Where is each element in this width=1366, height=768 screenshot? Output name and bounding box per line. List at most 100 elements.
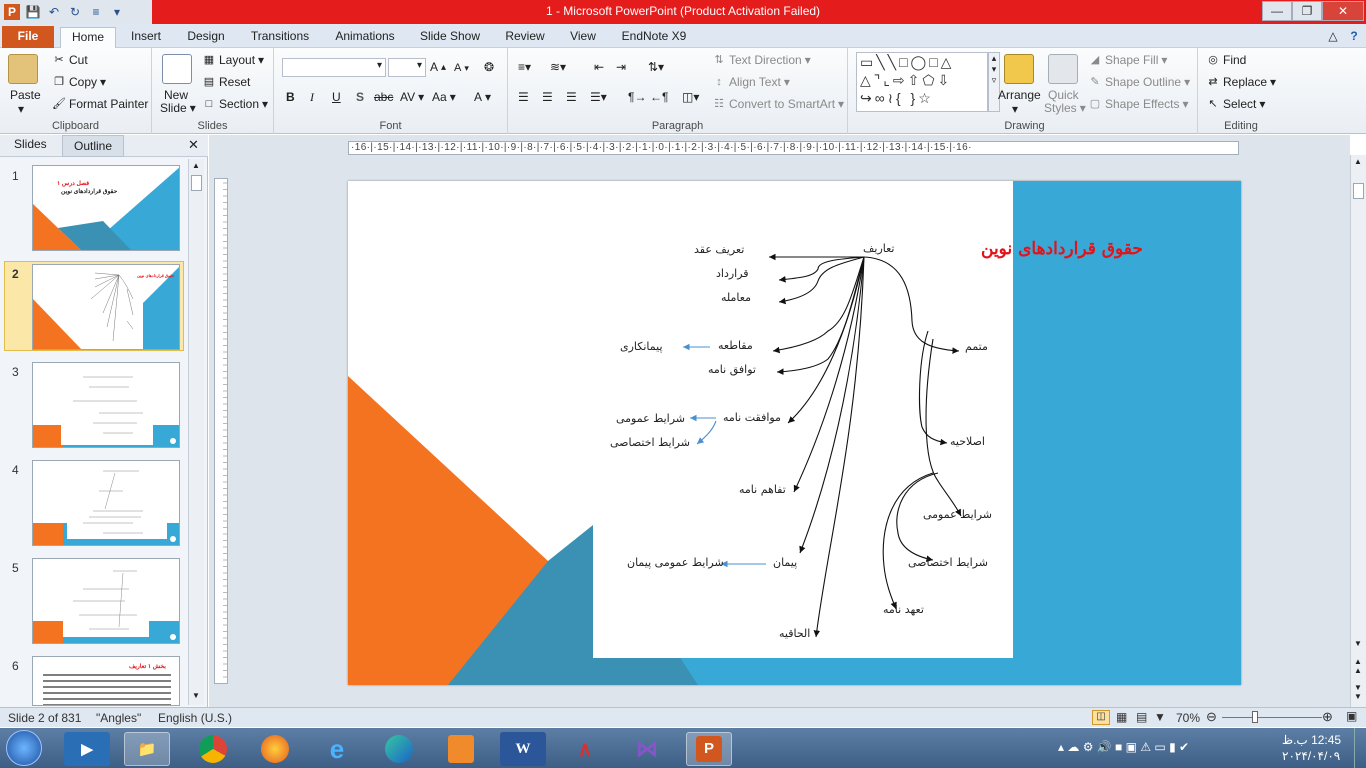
chrome-icon[interactable] <box>190 732 236 766</box>
node-elhaqieh[interactable]: الحاقیه <box>779 627 810 640</box>
align-left-button[interactable]: ☰ <box>518 90 529 104</box>
new-slide-icon[interactable] <box>162 54 192 84</box>
editor-scrollbar[interactable]: ▲ ▼ ▲ ▲ ▼ ▼ <box>1350 155 1366 707</box>
tray-icons[interactable]: ▴ ☁ ⚙ 🔊 ■ ▣ ⚠ ▭ ▮ ✔ <box>1058 740 1189 754</box>
convert-smartart-button[interactable]: ☷ Convert to SmartArt ▾ <box>712 97 844 111</box>
editor-scroll-up-icon[interactable]: ▲ <box>1354 157 1362 166</box>
tab-slides-pane[interactable]: Slides <box>14 137 47 151</box>
section-button[interactable]: □ Section ▾ <box>202 97 268 111</box>
slide-thumbnail-6[interactable]: بخش ۱ تعاریف <box>32 656 180 706</box>
firefox-icon[interactable] <box>252 732 298 766</box>
node-tafahom[interactable]: تفاهم نامه <box>739 483 786 496</box>
thumbs-scrollbar[interactable]: ▲ ▼ <box>188 159 204 705</box>
tab-slide-show[interactable]: Slide Show <box>414 27 486 48</box>
minimize-button[interactable]: — <box>1262 1 1292 21</box>
prev-slide-icon[interactable]: ▲ ▲ <box>1354 657 1362 675</box>
tab-design[interactable]: Design <box>180 27 232 48</box>
word-icon[interactable]: W <box>500 732 546 766</box>
underline-button[interactable]: U <box>332 90 341 104</box>
tab-animations[interactable]: Animations <box>330 27 400 48</box>
slide-thumbnail-4[interactable] <box>32 460 180 546</box>
node-sharayet-omumi-1[interactable]: شرایط عمومی <box>616 412 685 425</box>
arrange-dropdown-icon[interactable]: ▾ <box>1012 102 1018 116</box>
edge-icon[interactable] <box>376 732 422 766</box>
shape-fill-button[interactable]: ◢ Shape Fill ▾ <box>1088 53 1168 67</box>
clock-date[interactable]: ۲۰۲۴/۰۴/۰۹ <box>1282 749 1340 763</box>
slide-canvas[interactable]: حقوق قراردادهای نوین تعاریف تعریف عقد قر… <box>348 181 1241 685</box>
horizontal-ruler[interactable]: ·16·|·15·|·14·|·13·|·12·|·11·|·10·|·9·|·… <box>348 141 1239 155</box>
text-direction-button[interactable]: ⇅ Text Direction ▾ <box>712 53 810 67</box>
slide-sorter-icon[interactable]: ▦ <box>1116 710 1127 724</box>
rtl-button[interactable]: ←¶ <box>650 90 668 104</box>
slide-show-icon[interactable]: ▼ <box>1154 710 1166 724</box>
align-text-button[interactable]: ↕ Align Text ▾ <box>712 75 790 89</box>
tab-endnote[interactable]: EndNote X9 <box>616 27 692 48</box>
start-button[interactable] <box>6 730 42 766</box>
node-eslahieh[interactable]: اصلاحیه <box>950 435 985 448</box>
shapes-gallery-scroll[interactable]: ▴ ▾ ▿ <box>988 52 1000 112</box>
font-size-combo[interactable]: ▾ <box>388 58 426 77</box>
tab-file[interactable]: File <box>2 26 54 48</box>
node-peyman[interactable]: پیمان <box>773 556 797 569</box>
node-qarardad[interactable]: قرارداد <box>716 267 749 280</box>
slide-thumbnail-2[interactable]: حقوق قراردادهای نوین <box>32 264 180 350</box>
reset-button[interactable]: ▤ Reset <box>202 75 251 89</box>
align-right-button[interactable]: ☰ <box>566 90 577 104</box>
slide-thumbnail-1[interactable]: فصل درس ۱ حقوق قراردادهای نوین <box>32 165 180 251</box>
node-tavafoq[interactable]: توافق نامه <box>708 363 756 376</box>
new-slide-label-1[interactable]: New <box>164 88 188 102</box>
file-explorer-icon[interactable]: 📁 <box>124 732 170 766</box>
node-peymankari[interactable]: پیمانکاری <box>620 340 663 353</box>
language-indicator[interactable]: English (U.S.) <box>158 711 232 725</box>
thumbs-scroll-thumb[interactable] <box>191 175 202 191</box>
node-sharayet-omumi-2[interactable]: شرایط عمومی <box>923 508 992 521</box>
pdf-icon[interactable] <box>438 732 484 766</box>
editor-scroll-down-icon[interactable]: ▼ <box>1354 639 1362 648</box>
tab-home[interactable]: Home <box>60 27 116 48</box>
select-button[interactable]: ↖ Select ▾ <box>1206 97 1265 111</box>
slide-thumbnail-3[interactable] <box>32 362 180 448</box>
ltr-button[interactable]: ¶→ <box>628 90 646 104</box>
fit-to-window-icon[interactable]: ▣ <box>1346 709 1357 723</box>
shadow-button[interactable]: S <box>356 90 364 104</box>
tab-view[interactable]: View <box>562 27 604 48</box>
zoom-level[interactable]: 70% <box>1176 711 1200 725</box>
node-sharayet-ekhtesasi-2[interactable]: شرایط اختصاصی <box>908 556 988 569</box>
node-moqateeh[interactable]: مقاطعه <box>718 339 753 352</box>
tab-review[interactable]: Review <box>500 27 550 48</box>
format-painter-button[interactable]: 🖌 Format Painter <box>52 97 148 111</box>
paste-button[interactable]: Paste <box>10 88 41 102</box>
zoom-in-icon[interactable]: ⊕ <box>1322 709 1333 725</box>
align-center-button[interactable]: ☰ <box>542 90 553 104</box>
italic-button[interactable]: I <box>310 90 314 105</box>
tab-outline-pane[interactable]: Outline <box>62 135 124 157</box>
zoom-out-icon[interactable]: ⊖ <box>1206 709 1217 725</box>
numbering-button[interactable]: ≋▾ <box>550 60 566 74</box>
close-button[interactable]: ✕ <box>1322 1 1364 21</box>
grow-font-button[interactable]: A ▴ <box>430 60 446 74</box>
scroll-down-icon[interactable]: ▼ <box>192 691 200 700</box>
scroll-up-icon[interactable]: ▲ <box>192 161 200 170</box>
line-spacing-button[interactable]: ⇅▾ <box>648 60 664 74</box>
bullets-button[interactable]: ≡▾ <box>518 60 531 74</box>
shrink-font-button[interactable]: A ▾ <box>454 62 469 74</box>
replace-button[interactable]: ⇄ Replace ▾ <box>1206 75 1276 89</box>
font-family-combo[interactable]: ▾ <box>282 58 386 77</box>
expand-ribbon-icon[interactable]: △ <box>1326 27 1340 48</box>
zoom-slider-handle[interactable] <box>1252 711 1258 723</box>
strikethrough-button[interactable]: abc <box>374 90 393 104</box>
editor-scroll-thumb[interactable] <box>1353 183 1364 199</box>
node-sharayet-ekhtesasi-1[interactable]: شرایط اختصاصی <box>610 436 690 449</box>
clock-time[interactable]: 12:45 ب.ظ <box>1282 733 1341 747</box>
next-slide-icon[interactable]: ▼ ▼ <box>1354 683 1362 701</box>
reading-view-icon[interactable]: ▤ <box>1136 710 1147 724</box>
help-icon[interactable]: ? <box>1346 27 1362 48</box>
internet-explorer-icon[interactable]: e <box>314 732 360 766</box>
quick-styles-button[interactable]: Styles ▾ <box>1044 101 1086 115</box>
node-tahodnameh[interactable]: تعهد نامه <box>883 603 924 616</box>
shapes-gallery[interactable]: ▭╲╲□◯□△ △⌝⌞⇨⇧⬠⇩ ↪∞≀{ }☆ <box>856 52 988 112</box>
columns-button[interactable]: ◫▾ <box>682 90 699 104</box>
arrange-button[interactable]: Arrange <box>998 88 1041 102</box>
node-moameleh[interactable]: معامله <box>721 291 751 304</box>
normal-view-icon[interactable]: ◫ <box>1092 710 1110 725</box>
